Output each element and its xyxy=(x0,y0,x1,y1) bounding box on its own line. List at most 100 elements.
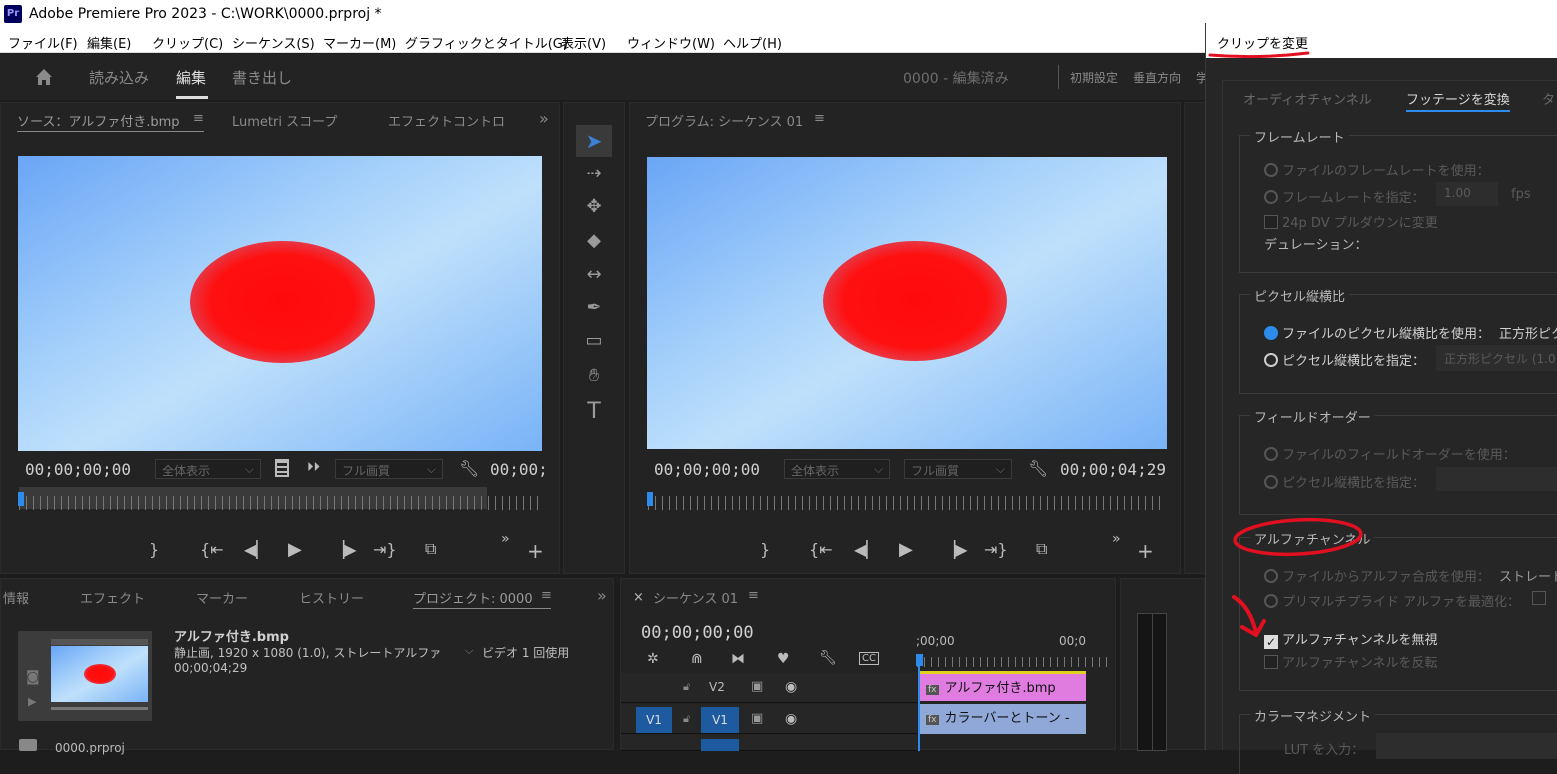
lut-dropdown[interactable] xyxy=(1376,733,1557,759)
ws-tab-import[interactable]: 読み込み xyxy=(89,67,149,88)
conform-field-order-radio[interactable]: ピクセル縦横比を指定： xyxy=(1264,472,1425,491)
clip-thumbnail[interactable]: ◙ ▶ xyxy=(18,631,152,721)
program-playhead[interactable] xyxy=(647,492,653,506)
tab-effects[interactable]: エフェクト xyxy=(80,588,145,607)
tab-lumetri-scopes[interactable]: Lumetri スコープ xyxy=(232,111,337,130)
toggle-sync-icon[interactable]: ▣ xyxy=(751,679,763,694)
panel-overflow-icon[interactable]: » xyxy=(597,586,607,605)
add-button-icon[interactable]: + xyxy=(527,539,544,563)
tab-markers[interactable]: マーカー xyxy=(196,588,248,607)
tab-program[interactable]: プログラム: シーケンス 01 xyxy=(645,111,803,130)
tab-history[interactable]: ヒストリー xyxy=(299,588,364,607)
source-patch-v1[interactable]: V1 xyxy=(636,707,672,733)
assume-framerate-radio[interactable]: フレームレートを指定： xyxy=(1264,187,1425,206)
mark-out-icon[interactable]: } xyxy=(760,540,770,559)
panel-menu-icon[interactable]: ≡ xyxy=(748,588,759,603)
step-back-icon[interactable]: ◀▏ xyxy=(244,540,269,559)
panel-menu-icon[interactable]: ≡ xyxy=(541,588,552,603)
chevron-down-icon[interactable]: ⌵ xyxy=(465,644,473,658)
insert-icon[interactable]: ⧉ xyxy=(425,539,436,559)
lock-icon[interactable]: 🔓︎ xyxy=(683,712,690,726)
track-select-tool-icon[interactable]: ⇢ xyxy=(579,163,609,184)
source-fit-dropdown[interactable]: 全体表示 ⌵ xyxy=(155,459,261,479)
close-icon[interactable]: × xyxy=(633,590,644,605)
go-to-out-icon[interactable]: ⇥} xyxy=(373,540,397,559)
razor-tool-icon[interactable]: ◆ xyxy=(579,230,609,251)
go-to-out-icon[interactable]: ⇥} xyxy=(984,540,1008,559)
play-icon[interactable]: ▶ xyxy=(288,539,302,560)
conform-pixel-aspect-radio[interactable]: ピクセル縦横比を指定： xyxy=(1264,350,1425,369)
menu-sequence[interactable]: シーケンス(S) xyxy=(232,33,315,52)
menu-edit[interactable]: 編集(E) xyxy=(87,33,131,52)
source-quality-dropdown[interactable]: フル画質 ⌵ xyxy=(335,459,443,479)
use-file-framerate-radio[interactable]: ファイルのフレームレートを使用： xyxy=(1264,160,1490,179)
tab-timecode[interactable]: タ xyxy=(1542,89,1555,108)
nest-icon[interactable]: ✲ xyxy=(647,651,659,667)
menu-clip[interactable]: クリップ(C) xyxy=(152,33,223,52)
go-to-in-icon[interactable]: {⇤ xyxy=(809,540,833,559)
captions-icon[interactable]: CC xyxy=(859,652,879,665)
home-icon[interactable] xyxy=(33,66,55,88)
tab-info[interactable]: 情報 xyxy=(3,588,29,607)
rectangle-tool-icon[interactable]: ▭ xyxy=(579,330,609,351)
filmstrip-icon[interactable] xyxy=(275,459,289,477)
timeline-wrench-icon[interactable]: 🔧︎ xyxy=(819,650,837,666)
play-icon[interactable]: ▶ xyxy=(899,539,913,560)
step-forward-icon[interactable]: ▕▶ xyxy=(943,540,968,559)
clip-v1[interactable]: fx カラーバーとトーン - xyxy=(918,704,1086,734)
field-order-dropdown[interactable] xyxy=(1436,467,1557,491)
add-button-icon[interactable]: + xyxy=(1137,539,1154,563)
premultiplied-radio[interactable]: プリマルチプライド アルファを最適化： xyxy=(1264,591,1520,610)
ripple-edit-tool-icon[interactable]: ✥ xyxy=(579,196,609,217)
ws-tab-export[interactable]: 書き出し xyxy=(232,67,292,88)
panel-overflow-icon[interactable]: » xyxy=(539,109,549,128)
use-file-alpha-radio[interactable]: ファイルからアルファ合成を使用： xyxy=(1264,566,1490,585)
use-file-pixel-aspect-radio[interactable]: ファイルのピクセル縦横比を使用： xyxy=(1264,323,1490,342)
linked-selection-icon[interactable]: ⧓ xyxy=(731,651,745,667)
eye-icon[interactable]: ◉ xyxy=(785,711,797,727)
tab-audio-channels[interactable]: オーディオチャンネル xyxy=(1243,89,1372,108)
timeline-timecode[interactable]: 00;00;00;00 xyxy=(641,623,754,643)
step-back-icon[interactable]: ◀▏ xyxy=(854,540,879,559)
tab-project[interactable]: プロジェクト: 0000 xyxy=(413,588,533,607)
go-to-in-icon[interactable]: {⇤ xyxy=(200,540,224,559)
menu-window[interactable]: ウィンドウ(W) xyxy=(627,33,715,52)
eye-icon[interactable]: ◉ xyxy=(785,679,797,695)
tab-effect-controls[interactable]: エフェクトコントロ xyxy=(388,111,505,130)
track-v1-label[interactable]: V1 xyxy=(701,707,739,733)
ignore-alpha-checkbox[interactable]: ✓ アルファチャンネルを無視 xyxy=(1264,629,1437,649)
menu-marker[interactable]: マーカー(M) xyxy=(323,33,396,52)
ws-right-tab-defaults[interactable]: 初期設定 xyxy=(1070,69,1118,86)
pulldown-checkbox[interactable]: 24p DV プルダウンに変更 xyxy=(1264,212,1438,231)
toggle-sync-icon[interactable]: ▣ xyxy=(751,711,763,726)
panel-menu-icon[interactable]: ≡ xyxy=(814,111,825,126)
tab-source[interactable]: ソース：アルファ付き.bmp xyxy=(17,111,180,130)
invert-alpha-checkbox[interactable]: アルファチャンネルを反転 xyxy=(1264,652,1437,671)
ws-tab-edit[interactable]: 編集 xyxy=(176,67,206,88)
ws-right-tab-vertical[interactable]: 垂直方向 xyxy=(1133,69,1181,86)
tab-interpret-footage[interactable]: フッテージを変換 xyxy=(1406,89,1510,108)
clip-v2[interactable]: fx アルファ付き.bmp xyxy=(918,671,1086,701)
selection-tool-icon[interactable]: ➤ xyxy=(576,125,612,157)
program-fit-dropdown[interactable]: 全体表示 ⌵ xyxy=(784,459,890,479)
drag-video-icon[interactable]: ⏵⏵ xyxy=(307,460,320,475)
type-tool-icon[interactable]: T xyxy=(579,399,609,424)
premultiplied-checkbox[interactable] xyxy=(1532,591,1546,605)
wrench-icon[interactable]: 🔧︎ xyxy=(1028,459,1048,478)
play-icon[interactable]: ▶ xyxy=(28,695,36,708)
menu-graphics[interactable]: グラフィックとタイトル(G) xyxy=(405,33,568,52)
lift-icon[interactable]: ⧉ xyxy=(1036,539,1047,559)
track-v2-label[interactable]: V2 xyxy=(709,680,725,694)
add-marker-icon[interactable]: ♥ xyxy=(777,651,790,667)
slip-tool-icon[interactable]: ↔ xyxy=(579,264,609,285)
pen-tool-icon[interactable]: ✒ xyxy=(579,297,609,318)
mark-out-icon[interactable]: } xyxy=(149,540,159,559)
step-forward-icon[interactable]: ▕▶ xyxy=(332,540,357,559)
program-timecode-in[interactable]: 00;00;00;00 xyxy=(654,460,760,479)
use-file-field-order-radio[interactable]: ファイルのフィールドオーダーを使用： xyxy=(1264,444,1516,463)
menu-view[interactable]: 表示(V) xyxy=(561,33,606,52)
menu-help[interactable]: ヘルプ(H) xyxy=(723,33,782,52)
program-quality-dropdown[interactable]: フル画質 ⌵ xyxy=(904,459,1012,479)
snap-magnet-icon[interactable]: ⋒ xyxy=(691,651,703,667)
menu-file[interactable]: ファイル(F) xyxy=(8,33,78,52)
